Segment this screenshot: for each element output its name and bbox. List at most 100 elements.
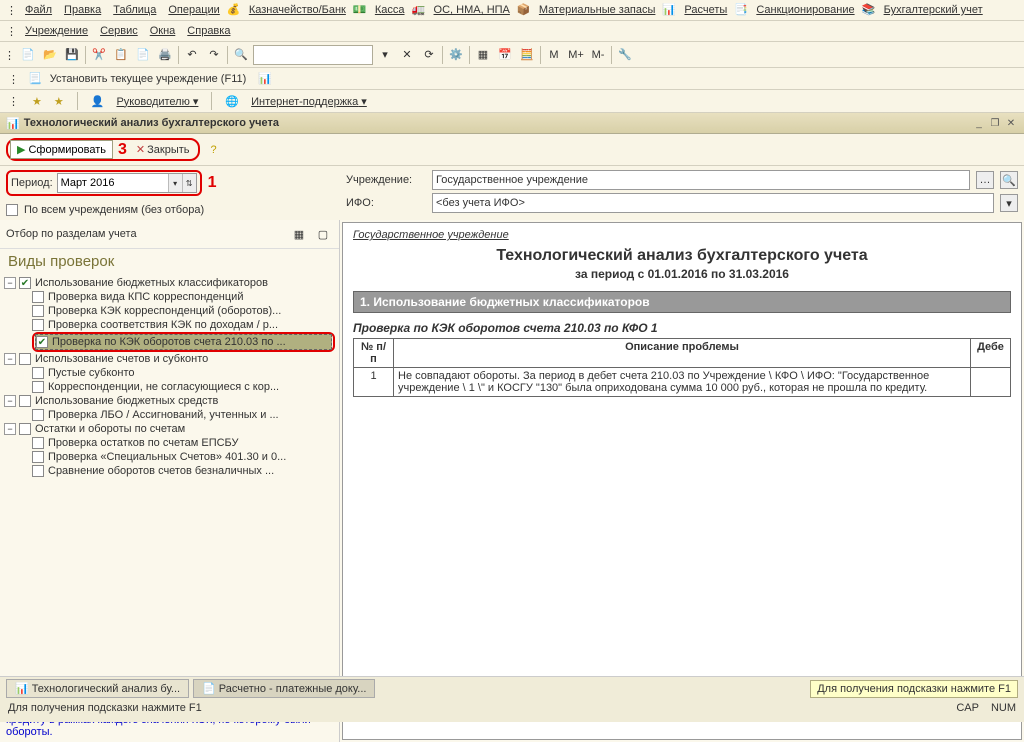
tree-item[interactable]: Проверка ЛБО / Ассигнований, учтенных и … xyxy=(32,408,335,422)
period-input[interactable] xyxy=(58,174,168,192)
period-spinner[interactable]: ⇅ xyxy=(182,174,196,192)
copy-button[interactable]: 📋 xyxy=(111,45,131,65)
refresh-button[interactable]: ⟳ xyxy=(419,45,439,65)
paste-button[interactable]: 📄 xyxy=(133,45,153,65)
set-org-action[interactable]: Установить текущее учреждение (F11) xyxy=(50,73,247,85)
manager-link[interactable]: Руководителю ▾ xyxy=(116,95,198,108)
menu-cash[interactable]: Касса xyxy=(370,2,410,18)
tab-payments[interactable]: 📄Расчетно - платежные доку... xyxy=(193,679,375,698)
tree-item[interactable]: Проверка остатков по счетам ЕПСБУ xyxy=(32,436,335,450)
org-input[interactable]: Государственное учреждение xyxy=(432,170,970,190)
open-button[interactable]: 📂 xyxy=(40,45,60,65)
save-button[interactable]: 💾 xyxy=(62,45,82,65)
report-area[interactable]: Государственное учреждение Технологическ… xyxy=(342,222,1022,740)
toggle-collapse-icon[interactable]: − xyxy=(4,395,16,407)
menu-windows[interactable]: Окна xyxy=(145,23,181,39)
menu-materials[interactable]: Материальные запасы xyxy=(534,2,661,18)
tree-group-accounts-subkonto[interactable]: − Использование счетов и субконто xyxy=(4,352,335,366)
cut-button[interactable]: ✂️ xyxy=(89,45,109,65)
menu-calc[interactable]: Расчеты xyxy=(679,2,732,18)
checkbox[interactable] xyxy=(32,319,44,331)
menu-service[interactable]: Сервис xyxy=(95,23,143,39)
collapse-all-button[interactable]: ▢ xyxy=(313,224,333,244)
checkbox[interactable] xyxy=(32,451,44,463)
help-button[interactable]: ? xyxy=(204,140,224,160)
checkbox[interactable] xyxy=(32,367,44,379)
close-window-button[interactable]: ✕ xyxy=(1004,116,1018,130)
find-button[interactable]: 🔍 xyxy=(231,45,251,65)
checks-tree[interactable]: − ✔ Использование бюджетных классификато… xyxy=(0,274,339,685)
period-dropdown[interactable]: ▾ xyxy=(168,174,182,192)
menu-organization[interactable]: Учреждение xyxy=(20,23,93,39)
sheet-button[interactable]: ▦ xyxy=(473,45,493,65)
toolbar-input[interactable] xyxy=(253,45,373,65)
tree-group-budget-funds[interactable]: − Использование бюджетных средств xyxy=(4,394,335,408)
report-org: Государственное учреждение xyxy=(353,229,1011,241)
checkbox[interactable] xyxy=(19,353,31,365)
print-button[interactable]: 🖨️ xyxy=(155,45,175,65)
table-row[interactable]: 1 Не совпадают обороты. За период в дебе… xyxy=(354,368,1011,397)
calc-button[interactable]: 🧮 xyxy=(517,45,537,65)
checkbox[interactable] xyxy=(32,409,44,421)
tab-analysis[interactable]: 📊Технологический анализ бу... xyxy=(6,679,189,698)
menu-help[interactable]: Справка xyxy=(182,23,235,39)
generate-button[interactable]: ▶ Сформировать xyxy=(10,140,113,159)
tree-item-selected[interactable]: ✔ Проверка по КЭК оборотов счета 210.03 … xyxy=(35,334,332,350)
tree-item[interactable]: Проверка «Специальных Счетов» 401.30 и 0… xyxy=(32,450,335,464)
menu-treasury[interactable]: Казначейство/Банк xyxy=(244,2,351,18)
menu-assets[interactable]: ОС, НМА, НПА xyxy=(429,2,515,18)
tree-item[interactable]: Проверка вида КПС корреспонденций xyxy=(32,290,335,304)
checkbox-checked[interactable]: ✔ xyxy=(36,336,48,348)
checkbox[interactable] xyxy=(32,437,44,449)
toggle-collapse-icon[interactable]: − xyxy=(4,353,16,365)
redo-button[interactable]: ↷ xyxy=(204,45,224,65)
mminus-button[interactable]: М- xyxy=(588,45,608,65)
new-button[interactable]: 📄 xyxy=(18,45,38,65)
tree-item[interactable]: Пустые субконто xyxy=(32,366,335,380)
org-select-button[interactable]: … xyxy=(976,171,994,189)
menu-file[interactable]: Файл xyxy=(20,2,57,18)
calendar-button[interactable]: 📅 xyxy=(495,45,515,65)
undo-button[interactable]: ↶ xyxy=(182,45,202,65)
minimize-button[interactable]: _ xyxy=(972,116,986,130)
checkbox[interactable] xyxy=(32,381,44,393)
menu-operations[interactable]: Операции xyxy=(163,2,224,18)
mplus-button[interactable]: М+ xyxy=(566,45,586,65)
menu-edit[interactable]: Правка xyxy=(59,2,106,18)
org-open-button[interactable]: 🔍 xyxy=(1000,171,1018,189)
checkbox[interactable] xyxy=(19,423,31,435)
separator xyxy=(211,92,212,110)
settings-button[interactable]: ⚙️ xyxy=(446,45,466,65)
toggle-collapse-icon[interactable]: − xyxy=(4,423,16,435)
checkbox[interactable] xyxy=(32,305,44,317)
close-button[interactable]: ✕ Закрыть xyxy=(130,141,196,158)
expand-all-button[interactable]: ▦ xyxy=(289,224,309,244)
chart-icon: 📊 xyxy=(258,72,272,85)
checkbox[interactable] xyxy=(32,291,44,303)
calc-icon: 📊 xyxy=(662,3,676,17)
tree-group-balances-turnovers[interactable]: − Остатки и обороты по счетам xyxy=(4,422,335,436)
tree-group-budget-classifiers[interactable]: − ✔ Использование бюджетных классификато… xyxy=(4,276,335,290)
tree-item[interactable]: Корреспонденции, не согласующиеся с кор.… xyxy=(32,380,335,394)
tree-item[interactable]: Сравнение оборотов счетов безналичных ..… xyxy=(32,464,335,478)
tree-item[interactable]: Проверка соответствия КЭК по доходам / р… xyxy=(32,318,335,332)
checkbox[interactable] xyxy=(19,395,31,407)
ifo-input[interactable]: <без учета ИФО> xyxy=(432,193,994,213)
refresh-icon: ⟳ xyxy=(424,48,433,61)
open-icon: 📂 xyxy=(43,48,57,61)
checkbox[interactable]: ✔ xyxy=(19,277,31,289)
m-button[interactable]: М xyxy=(544,45,564,65)
support-link[interactable]: Интернет-поддержка ▾ xyxy=(251,95,367,108)
menu-accounting[interactable]: Бухгалтерский учет xyxy=(879,2,988,18)
tree-item[interactable]: Проверка КЭК корреспонденций (оборотов).… xyxy=(32,304,335,318)
allorgs-checkbox[interactable] xyxy=(6,204,18,216)
clear-button[interactable]: ✕ xyxy=(397,45,417,65)
toggle-collapse-icon[interactable]: − xyxy=(4,277,16,289)
maximize-button[interactable]: ❐ xyxy=(988,116,1002,130)
misc-button[interactable]: 🔧 xyxy=(615,45,635,65)
checkbox[interactable] xyxy=(32,465,44,477)
menu-table[interactable]: Таблица xyxy=(108,2,161,18)
ifo-dropdown[interactable]: ▾ xyxy=(1000,194,1018,212)
menu-sanction[interactable]: Санкционирование xyxy=(751,2,859,18)
toolbar-dropdown[interactable]: ▾ xyxy=(375,45,395,65)
